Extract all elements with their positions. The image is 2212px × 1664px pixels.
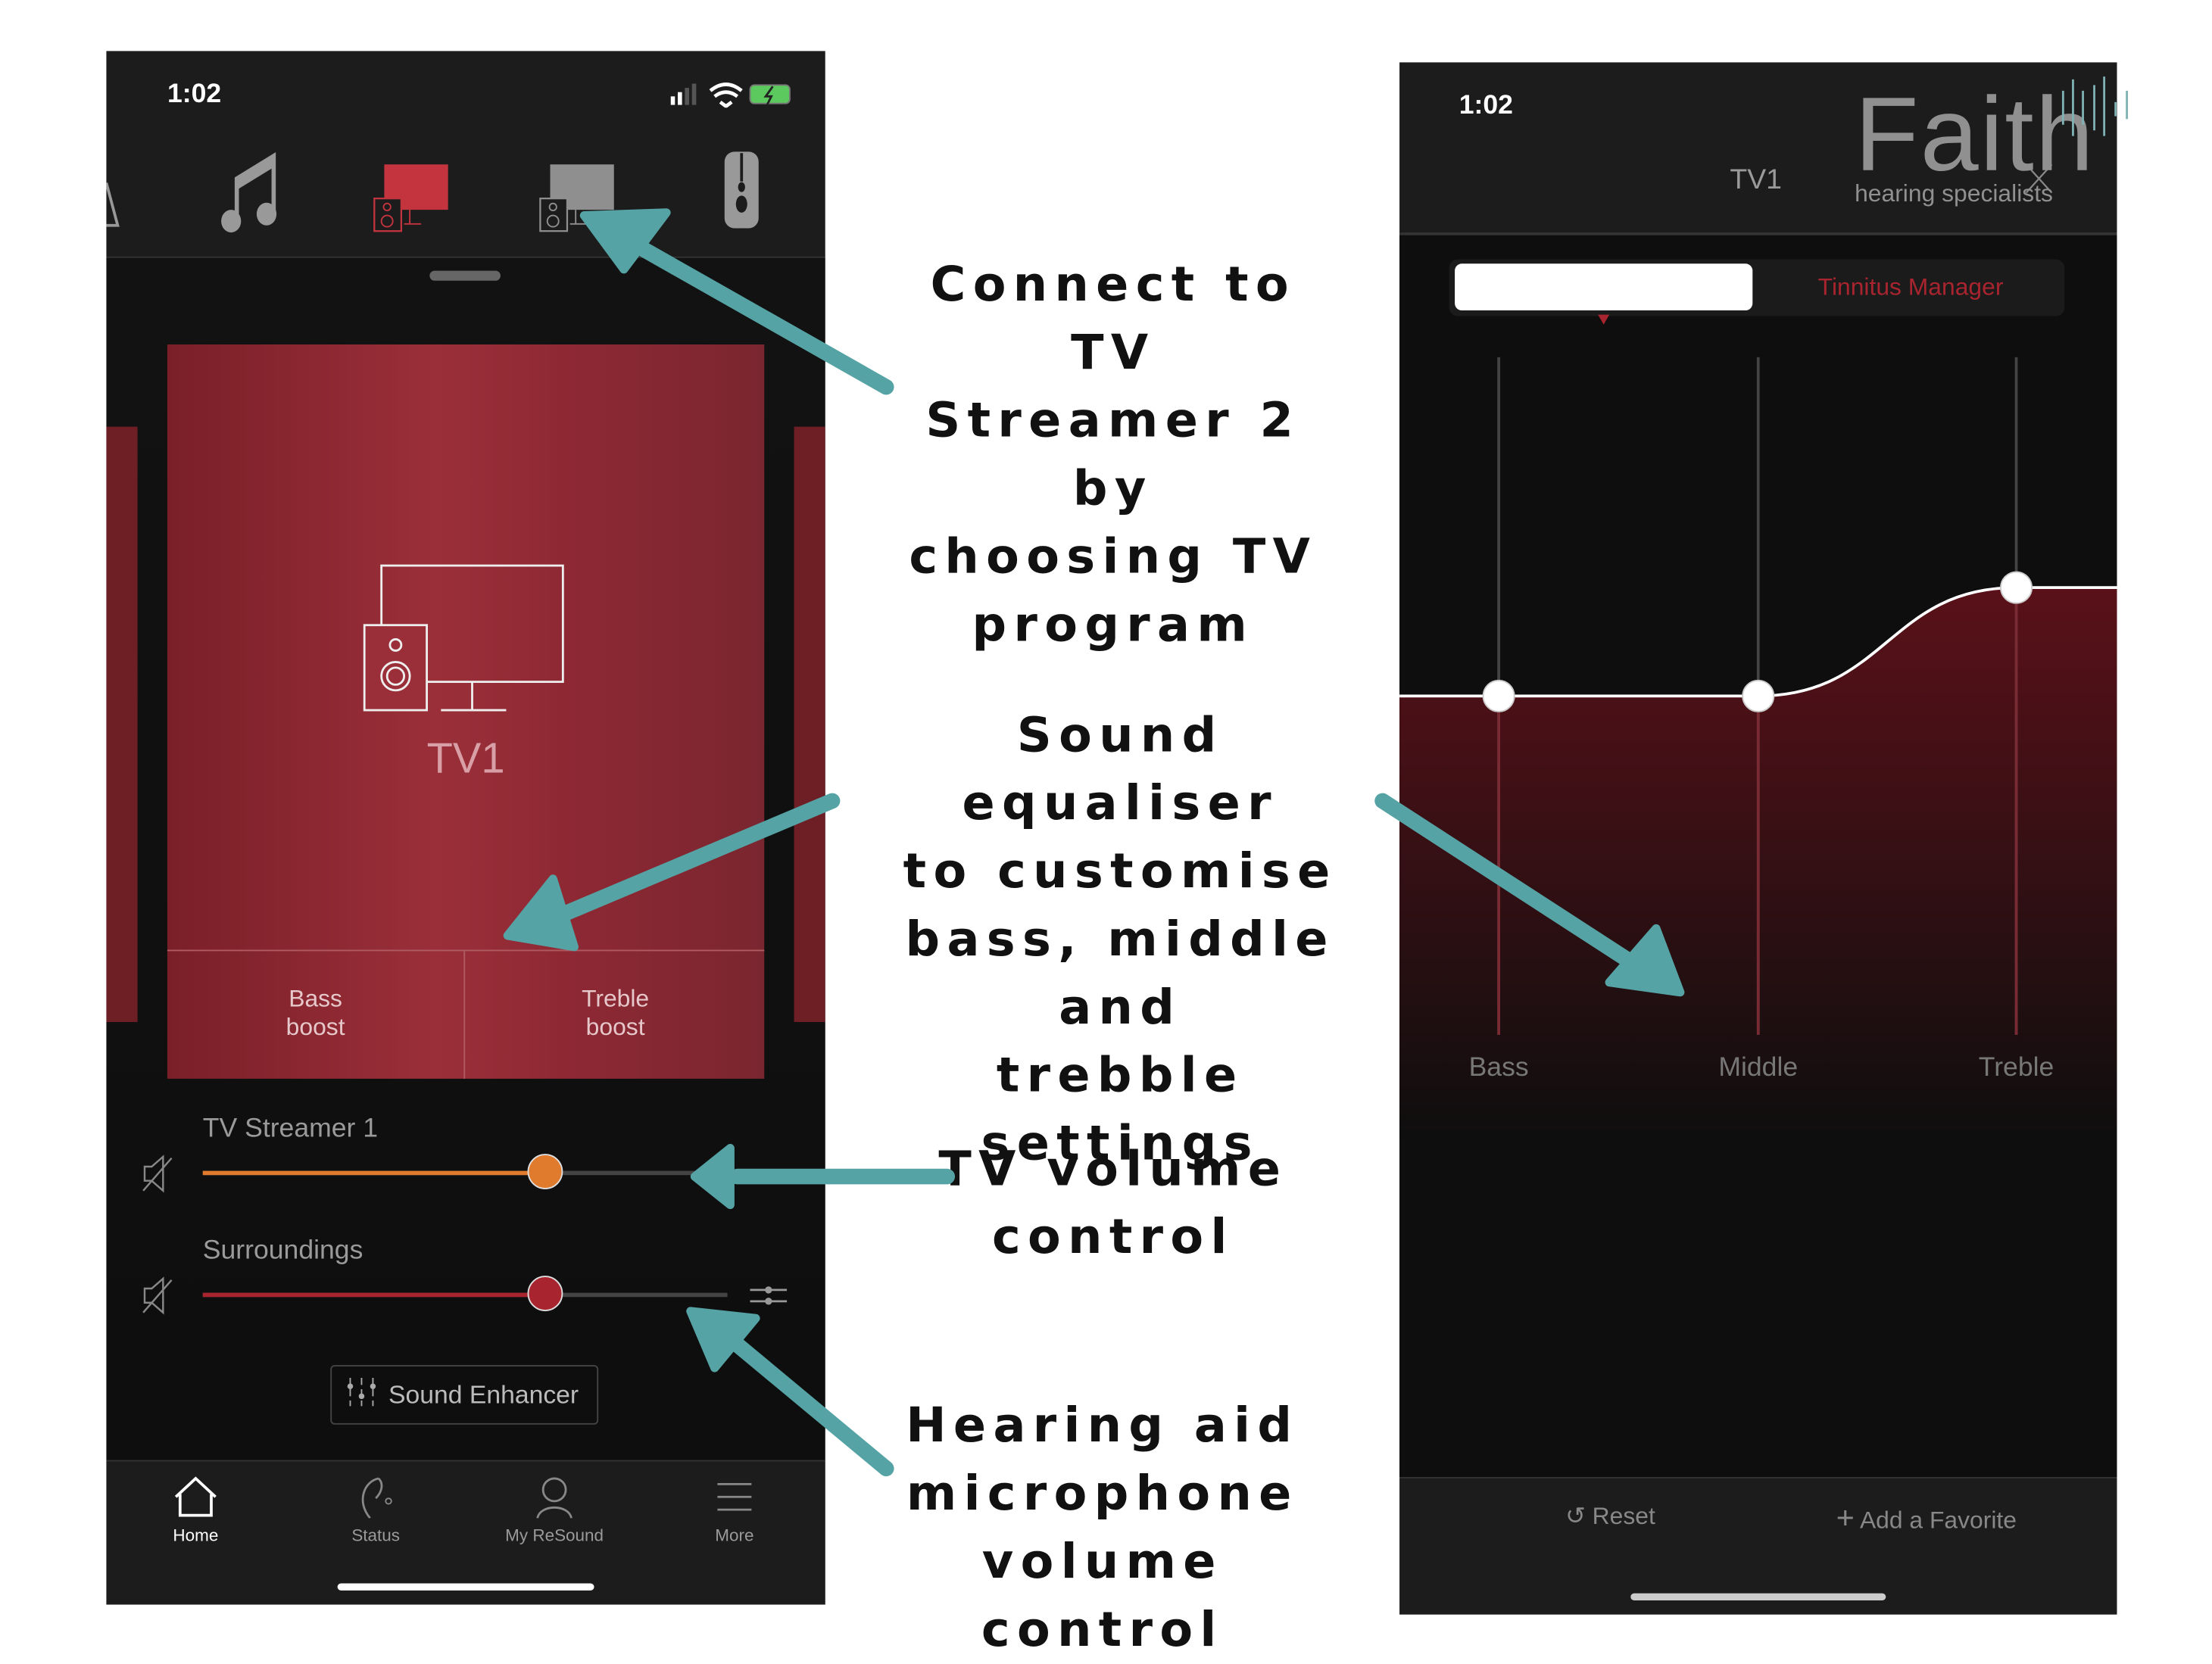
arrow-5 <box>718 1327 894 1477</box>
arrow-2 <box>544 793 841 927</box>
arrow-1 <box>616 230 894 395</box>
annotation-arrows <box>503 208 1685 1477</box>
arrow-3 <box>1374 793 1653 979</box>
